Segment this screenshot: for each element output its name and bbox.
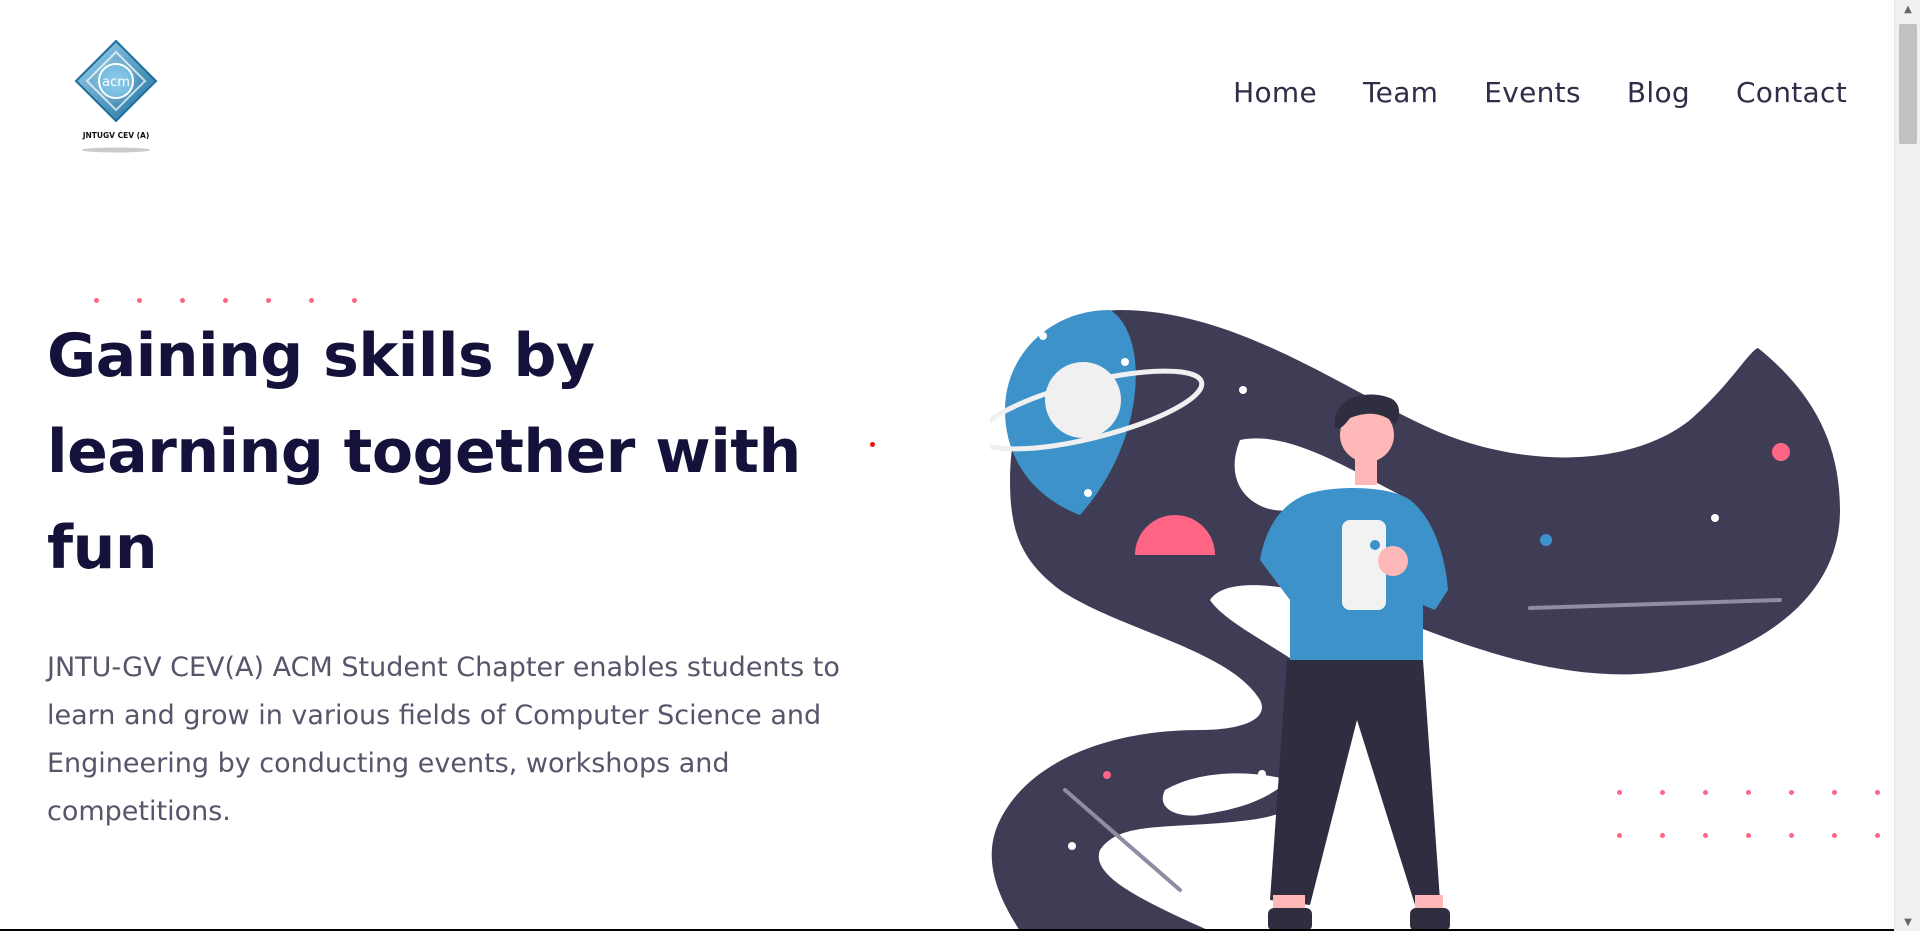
scroll-up-arrow-icon[interactable]: ▲ <box>1895 0 1920 18</box>
page: acm JNTUGV CEV (A) Home Team Events Blog… <box>0 0 1894 931</box>
nav-contact[interactable]: Contact <box>1736 76 1847 109</box>
hero-description: JNTU-GV CEV(A) ACM Student Chapter enabl… <box>47 652 840 827</box>
nav-blog[interactable]: Blog <box>1627 76 1690 109</box>
scrollbar-thumb[interactable] <box>1899 24 1917 144</box>
scroll-down-arrow-icon[interactable]: ▼ <box>1895 913 1920 931</box>
nav-home[interactable]: Home <box>1233 76 1317 109</box>
nav-events[interactable]: Events <box>1484 76 1581 109</box>
main-nav: Home Team Events Blog Contact <box>1233 76 1847 109</box>
acm-logo[interactable]: acm JNTUGV CEV (A) <box>70 38 162 156</box>
logo-caption: JNTUGV CEV (A) <box>82 131 150 140</box>
vertical-scrollbar[interactable]: ▲ ▼ <box>1894 0 1920 931</box>
decorative-dots-top <box>94 298 357 303</box>
nav-team[interactable]: Team <box>1363 76 1438 109</box>
decorative-red-dot <box>870 442 875 447</box>
logo-text: acm <box>102 75 130 90</box>
decorative-dots-bottom-right <box>1617 790 1880 838</box>
acm-logo-icon: acm JNTUGV CEV (A) <box>74 39 158 153</box>
hero-title: Gaining skills by learning together with… <box>47 321 801 583</box>
